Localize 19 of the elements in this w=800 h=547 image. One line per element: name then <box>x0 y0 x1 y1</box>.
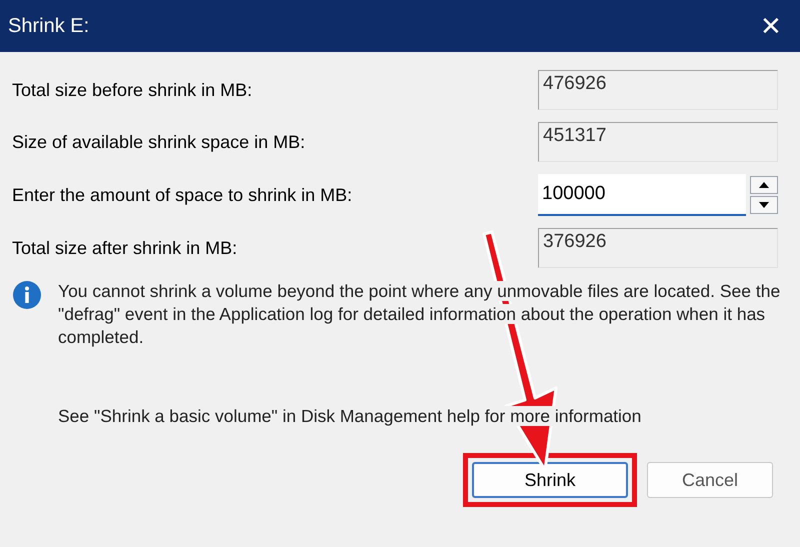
window-title: Shrink E: <box>8 14 90 39</box>
shrink-button[interactable]: Shrink <box>472 462 628 498</box>
field-label: Total size after shrink in MB: <box>12 236 238 260</box>
spin-down-button[interactable] <box>750 196 778 214</box>
up-arrow-icon <box>759 182 769 188</box>
amount-input[interactable]: 100000 <box>538 174 746 216</box>
spin-up-button[interactable] <box>750 176 778 194</box>
cancel-button[interactable]: Cancel <box>647 462 773 498</box>
close-button[interactable]: ✕ <box>760 13 782 39</box>
field-label: Total size before shrink in MB: <box>12 78 252 102</box>
info-text: You cannot shrink a volume beyond the point where any unmovable files are located. See the "defrag" event in the Application log for detailed information about the operation when it has completed. <box>58 280 782 349</box>
field-label: Enter the amount of space to shrink in MB: <box>12 184 352 207</box>
readonly-field: 476926 <box>538 70 778 110</box>
field-label: Size of available shrink space in MB: <box>12 130 306 154</box>
readonly-field: 376926 <box>538 228 778 268</box>
help-text: See "Shrink a basic volume" in Disk Management help for more information <box>58 405 642 428</box>
readonly-field: 451317 <box>538 122 778 162</box>
down-arrow-icon <box>759 202 769 208</box>
info-icon <box>12 280 42 310</box>
